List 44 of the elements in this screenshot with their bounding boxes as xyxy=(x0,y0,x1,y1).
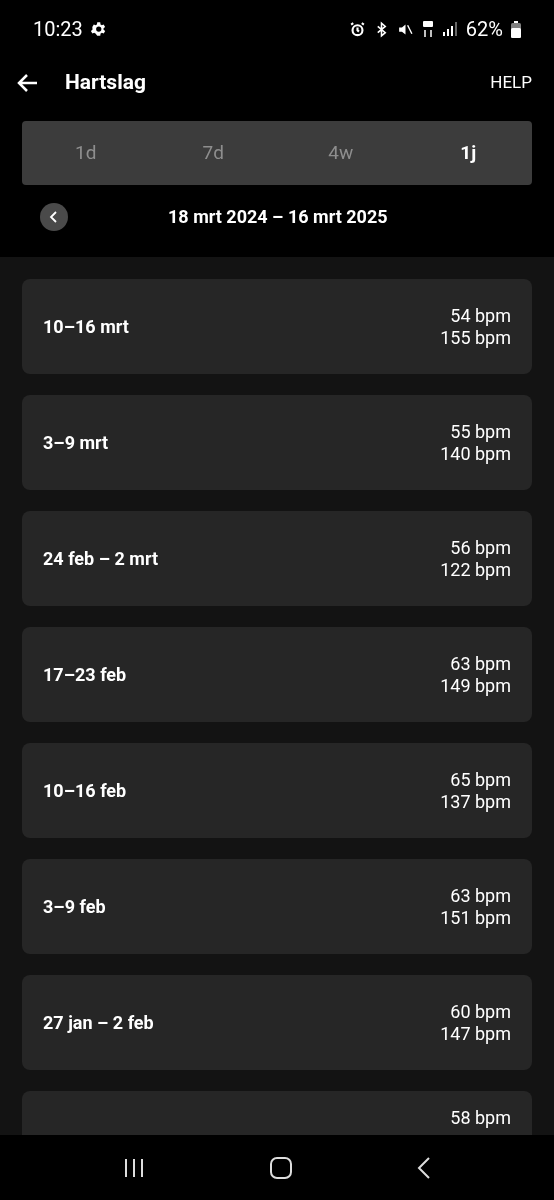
week-card[interactable]: 17–23 feb 63 bpm 149 bpm xyxy=(22,627,532,722)
min-heart-rate: 54 bpm xyxy=(450,304,511,327)
max-heart-rate: 140 bpm xyxy=(440,442,511,465)
max-heart-rate: 149 bpm xyxy=(440,674,511,697)
status-time: 10:23 xyxy=(33,16,83,43)
week-card[interactable]: 10–16 feb 65 bpm 137 bpm xyxy=(22,743,532,838)
week-card[interactable]: 58 bpm xyxy=(22,1091,532,1135)
week-card[interactable]: 24 feb – 2 mrt 56 bpm 122 bpm xyxy=(22,511,532,606)
week-label: 10–16 feb xyxy=(43,779,127,803)
previous-period-button[interactable] xyxy=(40,203,68,231)
gear-icon xyxy=(88,20,107,38)
min-heart-rate: 60 bpm xyxy=(450,1000,511,1023)
help-button[interactable]: HELP xyxy=(490,70,532,96)
recent-apps-icon[interactable] xyxy=(122,1157,145,1178)
week-label: 24 feb – 2 mrt xyxy=(43,547,158,571)
alarm-icon xyxy=(348,20,366,38)
min-heart-rate: 56 bpm xyxy=(450,536,511,559)
max-heart-rate: 151 bpm xyxy=(440,906,511,929)
period-tab[interactable]: 1j xyxy=(404,138,532,168)
max-heart-rate: 137 bpm xyxy=(440,790,511,813)
min-heart-rate: 55 bpm xyxy=(450,420,511,443)
week-label: 27 jan – 2 feb xyxy=(43,1011,154,1035)
home-icon[interactable] xyxy=(270,1156,292,1179)
week-card[interactable]: 10–16 mrt 54 bpm 155 bpm xyxy=(22,279,532,374)
back-icon[interactable] xyxy=(417,1156,432,1179)
signal-icon xyxy=(441,21,458,37)
week-label: 3–9 feb xyxy=(43,895,106,919)
max-heart-rate: 147 bpm xyxy=(440,1022,511,1045)
week-label: 17–23 feb xyxy=(43,663,127,687)
page-title: Hartslag xyxy=(65,69,147,97)
battery-icon xyxy=(511,20,521,38)
week-card[interactable]: 3–9 mrt 55 bpm 140 bpm xyxy=(22,395,532,490)
max-heart-rate: 155 bpm xyxy=(440,326,511,349)
min-heart-rate: 65 bpm xyxy=(450,768,511,791)
date-range: 18 mrt 2024 – 16 mrt 2025 xyxy=(168,205,388,229)
min-heart-rate: 58 bpm xyxy=(450,1107,511,1129)
max-heart-rate: 122 bpm xyxy=(440,558,511,581)
week-card[interactable]: 3–9 feb 63 bpm 151 bpm xyxy=(22,859,532,954)
min-heart-rate: 63 bpm xyxy=(450,884,511,907)
week-card[interactable]: 27 jan – 2 feb 60 bpm 147 bpm xyxy=(22,975,532,1070)
week-label: 10–16 mrt xyxy=(43,315,129,339)
week-label: 3–9 mrt xyxy=(43,431,109,455)
min-heart-rate: 63 bpm xyxy=(450,652,511,675)
battery-percentage: 62% xyxy=(465,16,503,43)
